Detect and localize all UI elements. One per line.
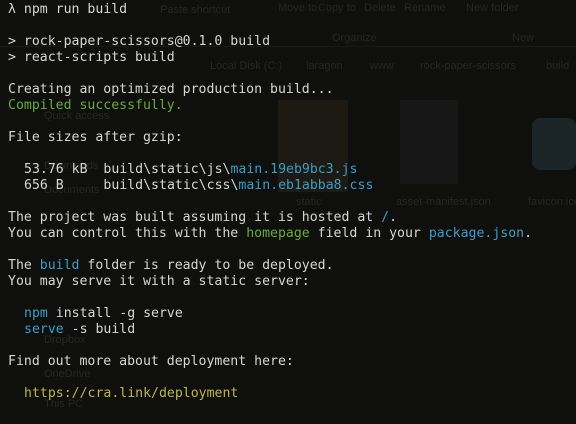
package-json-keyword: package.json xyxy=(428,226,525,241)
prompt-line: λ npm run build xyxy=(8,2,532,18)
bg-react-icon xyxy=(532,118,576,170)
control-period: . xyxy=(524,226,533,241)
file-size: 656 B xyxy=(24,178,88,193)
file-dir: build\static\css\ xyxy=(103,178,239,193)
build-folder-keyword: build xyxy=(39,258,80,273)
control-line: You can control this with the homepage f… xyxy=(8,226,532,242)
file-name: main.eb1abba8.css xyxy=(238,178,374,193)
hosted-path: / xyxy=(381,210,390,225)
ready-post-text: folder is ready to be deployed. xyxy=(79,258,334,273)
bg-file-favicon: favicon.ico xyxy=(528,196,576,208)
serve-hint-line: You may serve it with a static server: xyxy=(8,274,310,289)
compiled-status: Compiled successfully. xyxy=(8,98,183,113)
file-row-js: 53.76 kB build\static\js\main.19eb9bc3.j… xyxy=(8,162,532,178)
serve-cmd: serve -s build xyxy=(8,322,532,338)
control-text: You can control this with the xyxy=(8,226,247,241)
npm-args: install -g serve xyxy=(47,306,183,321)
creating-line: Creating an optimized production build..… xyxy=(8,82,334,97)
file-dir: build\static\js\ xyxy=(103,162,231,177)
serve-args: -s build xyxy=(63,322,136,337)
sizes-header: File sizes after gzip: xyxy=(8,130,183,145)
file-row-css: 656 B build\static\css\main.eb1abba8.css xyxy=(8,178,532,194)
homepage-keyword: homepage xyxy=(246,226,310,241)
terminal-window[interactable]: Paste shortcut Move to Copy to Delete Re… xyxy=(0,0,576,424)
bg-crumb-build: build xyxy=(546,60,570,72)
prompt-lambda-icon: λ xyxy=(8,2,16,17)
deployment-link[interactable]: https://cra.link/deployment xyxy=(8,386,532,402)
hosted-line: The project was built assuming it is hos… xyxy=(8,210,532,226)
ready-line: The build folder is ready to be deployed… xyxy=(8,258,532,274)
script-line-1: > rock-paper-scissors@0.1.0 build xyxy=(8,34,271,49)
findout-line: Find out more about deployment here: xyxy=(8,354,294,369)
file-name: main.19eb9bc3.js xyxy=(230,162,358,177)
ready-text: The xyxy=(8,258,40,273)
terminal-output[interactable]: λ npm run build > rock-paper-scissors@0.… xyxy=(8,2,532,402)
serve-keyword: serve xyxy=(24,322,64,337)
typed-command: npm run build xyxy=(23,2,128,17)
hosted-text: The project was built assuming it is hos… xyxy=(8,210,382,225)
hosted-period: . xyxy=(389,210,398,225)
script-line-2: > react-scripts build xyxy=(8,50,175,65)
npm-install-cmd: npm install -g serve xyxy=(8,306,532,322)
npm-keyword: npm xyxy=(24,306,48,321)
control-mid-text: field in your xyxy=(309,226,429,241)
file-size: 53.76 kB xyxy=(24,162,88,177)
